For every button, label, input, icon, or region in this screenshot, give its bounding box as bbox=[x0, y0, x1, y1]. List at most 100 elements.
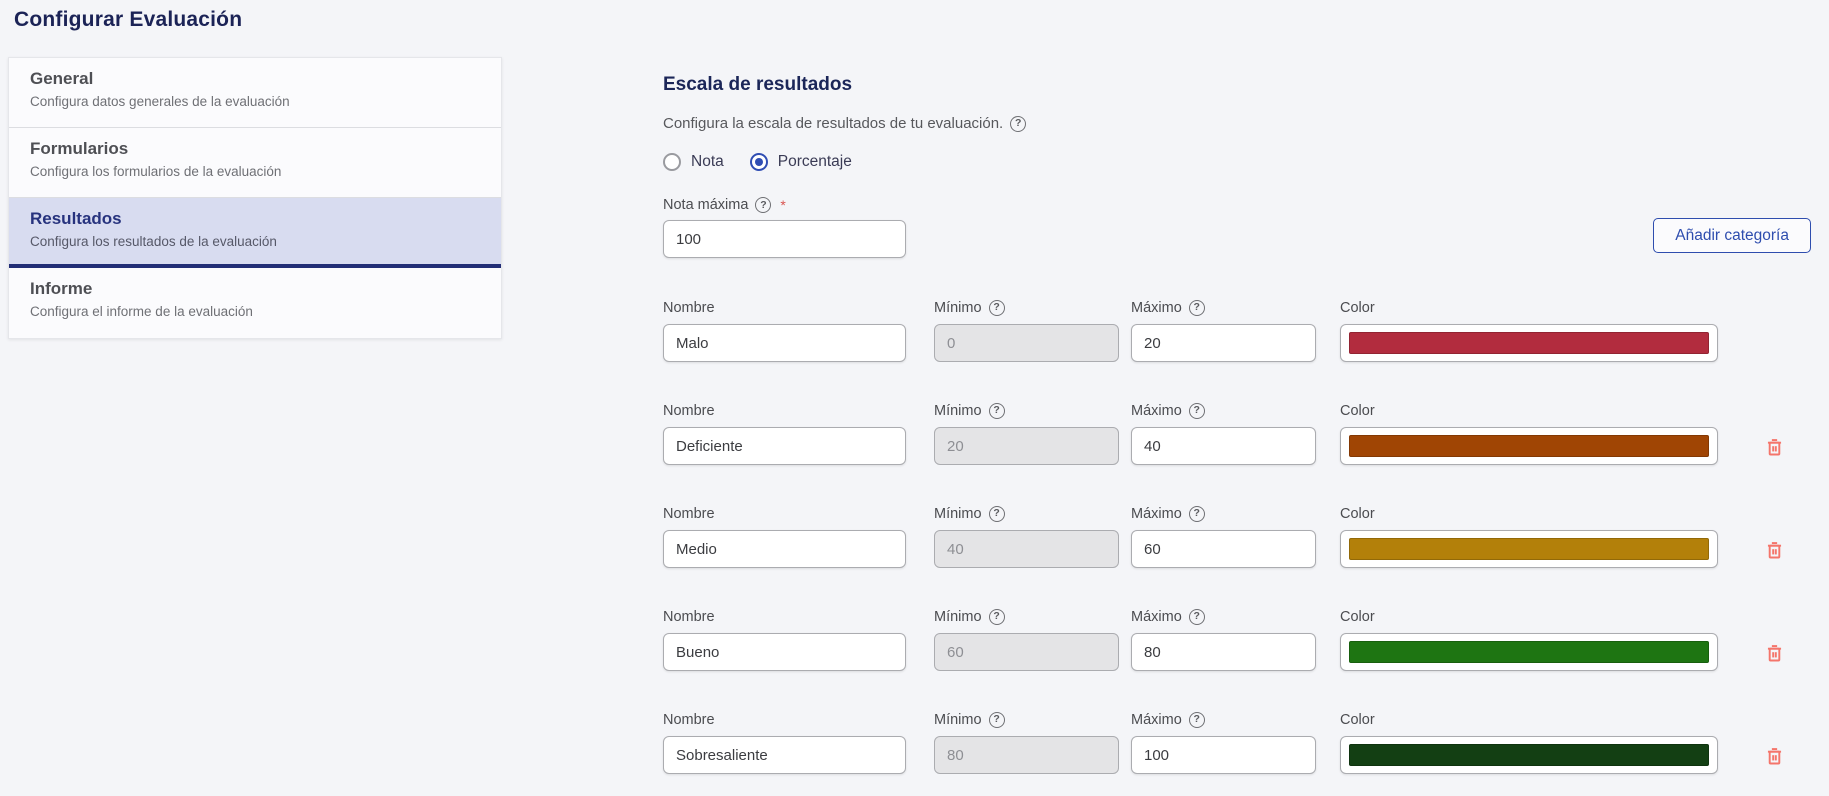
max-column-label: Máximo? bbox=[1131, 607, 1316, 626]
name-column-label: Nombre bbox=[663, 401, 906, 420]
category-min-input bbox=[934, 427, 1119, 465]
category-row: Nombre Mínimo? Máximo? Color bbox=[663, 504, 1811, 568]
min-column-label: Mínimo? bbox=[934, 710, 1119, 729]
category-min-input bbox=[934, 530, 1119, 568]
category-color-picker[interactable] bbox=[1340, 633, 1718, 671]
trash-icon bbox=[1764, 437, 1785, 458]
min-column-label: Mínimo? bbox=[934, 607, 1119, 626]
max-column-label: Máximo? bbox=[1131, 710, 1316, 729]
min-column-label: Mínimo? bbox=[934, 504, 1119, 523]
help-icon[interactable]: ? bbox=[1189, 506, 1205, 522]
trash-icon bbox=[1764, 540, 1785, 561]
color-column-label: Color bbox=[1340, 298, 1718, 317]
sidebar-item-resultados[interactable]: Resultados Configura los resultados de l… bbox=[9, 198, 501, 268]
color-column-label: Color bbox=[1340, 504, 1718, 523]
category-min-input bbox=[934, 324, 1119, 362]
category-color-picker[interactable] bbox=[1340, 324, 1718, 362]
name-column-label: Nombre bbox=[663, 504, 906, 523]
sidebar-item-description: Configura el informe de la evaluación bbox=[30, 304, 481, 319]
max-grade-label: Nota máxima ? * bbox=[663, 197, 1811, 213]
sidebar-item-informe[interactable]: Informe Configura el informe de la evalu… bbox=[9, 268, 501, 338]
category-min-input bbox=[934, 633, 1119, 671]
color-swatch bbox=[1349, 641, 1709, 663]
category-color-picker[interactable] bbox=[1340, 427, 1718, 465]
color-swatch bbox=[1349, 435, 1709, 457]
category-color-picker[interactable] bbox=[1340, 530, 1718, 568]
help-icon[interactable]: ? bbox=[1189, 609, 1205, 625]
delete-category-button[interactable] bbox=[1762, 744, 1786, 768]
max-column-label: Máximo? bbox=[1131, 298, 1316, 317]
trash-icon bbox=[1764, 746, 1785, 767]
name-column-label: Nombre bbox=[663, 607, 906, 626]
help-icon[interactable]: ? bbox=[1010, 116, 1026, 132]
color-swatch bbox=[1349, 332, 1709, 354]
help-icon[interactable]: ? bbox=[989, 403, 1005, 419]
color-column-label: Color bbox=[1340, 401, 1718, 420]
required-asterisk: * bbox=[780, 197, 785, 213]
configure-evaluation-screen: Configurar Evaluación General Configura … bbox=[0, 0, 1829, 796]
help-icon[interactable]: ? bbox=[1189, 403, 1205, 419]
category-row: Nombre Mínimo? Máximo? Color bbox=[663, 607, 1811, 671]
category-name-input[interactable] bbox=[663, 633, 906, 671]
category-row: Nombre Mínimo? Máximo? Color bbox=[663, 710, 1811, 774]
category-max-input[interactable] bbox=[1131, 530, 1316, 568]
min-column-label: Mínimo? bbox=[934, 298, 1119, 317]
max-column-label: Máximo? bbox=[1131, 504, 1316, 523]
min-column-label: Mínimo? bbox=[934, 401, 1119, 420]
radio-porcentaje[interactable]: Porcentaje bbox=[750, 153, 852, 171]
category-max-input[interactable] bbox=[1131, 736, 1316, 774]
sidebar: General Configura datos generales de la … bbox=[8, 57, 502, 339]
category-max-input[interactable] bbox=[1131, 427, 1316, 465]
sidebar-item-title: Informe bbox=[30, 279, 481, 299]
help-icon[interactable]: ? bbox=[989, 300, 1005, 316]
name-column-label: Nombre bbox=[663, 710, 906, 729]
help-icon[interactable]: ? bbox=[989, 506, 1005, 522]
sidebar-item-formularios[interactable]: Formularios Configura los formularios de… bbox=[9, 128, 501, 198]
max-column-label: Máximo? bbox=[1131, 401, 1316, 420]
color-swatch bbox=[1349, 744, 1709, 766]
radio-nota[interactable]: Nota bbox=[663, 153, 724, 171]
category-name-input[interactable] bbox=[663, 324, 906, 362]
sidebar-item-description: Configura los resultados de la evaluació… bbox=[30, 234, 481, 249]
page-title: Configurar Evaluación bbox=[14, 8, 242, 32]
color-column-label: Color bbox=[1340, 607, 1718, 626]
category-max-input[interactable] bbox=[1131, 324, 1316, 362]
help-icon[interactable]: ? bbox=[989, 609, 1005, 625]
section-title: Escala de resultados bbox=[663, 74, 1811, 96]
sidebar-item-general[interactable]: General Configura datos generales de la … bbox=[9, 58, 501, 128]
category-min-input bbox=[934, 736, 1119, 774]
delete-category-button[interactable] bbox=[1762, 641, 1786, 665]
category-name-input[interactable] bbox=[663, 427, 906, 465]
radio-circle-selected-icon bbox=[750, 153, 768, 171]
scale-type-radio-group: Nota Porcentaje bbox=[663, 153, 1811, 171]
categories-list: Nombre Mínimo? Máximo? Color bbox=[663, 298, 1811, 774]
help-icon[interactable]: ? bbox=[755, 197, 771, 213]
color-column-label: Color bbox=[1340, 710, 1718, 729]
add-category-button[interactable]: Añadir categoría bbox=[1653, 218, 1811, 253]
radio-label: Nota bbox=[691, 153, 724, 171]
radio-circle-icon bbox=[663, 153, 681, 171]
help-icon[interactable]: ? bbox=[1189, 300, 1205, 316]
sidebar-item-description: Configura datos generales de la evaluaci… bbox=[30, 94, 481, 109]
category-name-input[interactable] bbox=[663, 736, 906, 774]
category-name-input[interactable] bbox=[663, 530, 906, 568]
section-description: Configura la escala de resultados de tu … bbox=[663, 115, 1811, 132]
sidebar-item-title: Resultados bbox=[30, 209, 481, 229]
color-swatch bbox=[1349, 538, 1709, 560]
category-row: Nombre Mínimo? Máximo? Color bbox=[663, 298, 1811, 362]
help-icon[interactable]: ? bbox=[1189, 712, 1205, 728]
delete-category-button[interactable] bbox=[1762, 538, 1786, 562]
section-description-text: Configura la escala de resultados de tu … bbox=[663, 115, 1003, 132]
results-scale-panel: Escala de resultados Configura la escala… bbox=[663, 74, 1811, 774]
sidebar-item-title: Formularios bbox=[30, 139, 481, 159]
name-column-label: Nombre bbox=[663, 298, 906, 317]
delete-category-button[interactable] bbox=[1762, 435, 1786, 459]
max-grade-input[interactable] bbox=[663, 220, 906, 258]
sidebar-item-title: General bbox=[30, 69, 481, 89]
sidebar-item-description: Configura los formularios de la evaluaci… bbox=[30, 164, 481, 179]
category-max-input[interactable] bbox=[1131, 633, 1316, 671]
help-icon[interactable]: ? bbox=[989, 712, 1005, 728]
radio-label: Porcentaje bbox=[778, 153, 852, 171]
category-color-picker[interactable] bbox=[1340, 736, 1718, 774]
category-row: Nombre Mínimo? Máximo? Color bbox=[663, 401, 1811, 465]
